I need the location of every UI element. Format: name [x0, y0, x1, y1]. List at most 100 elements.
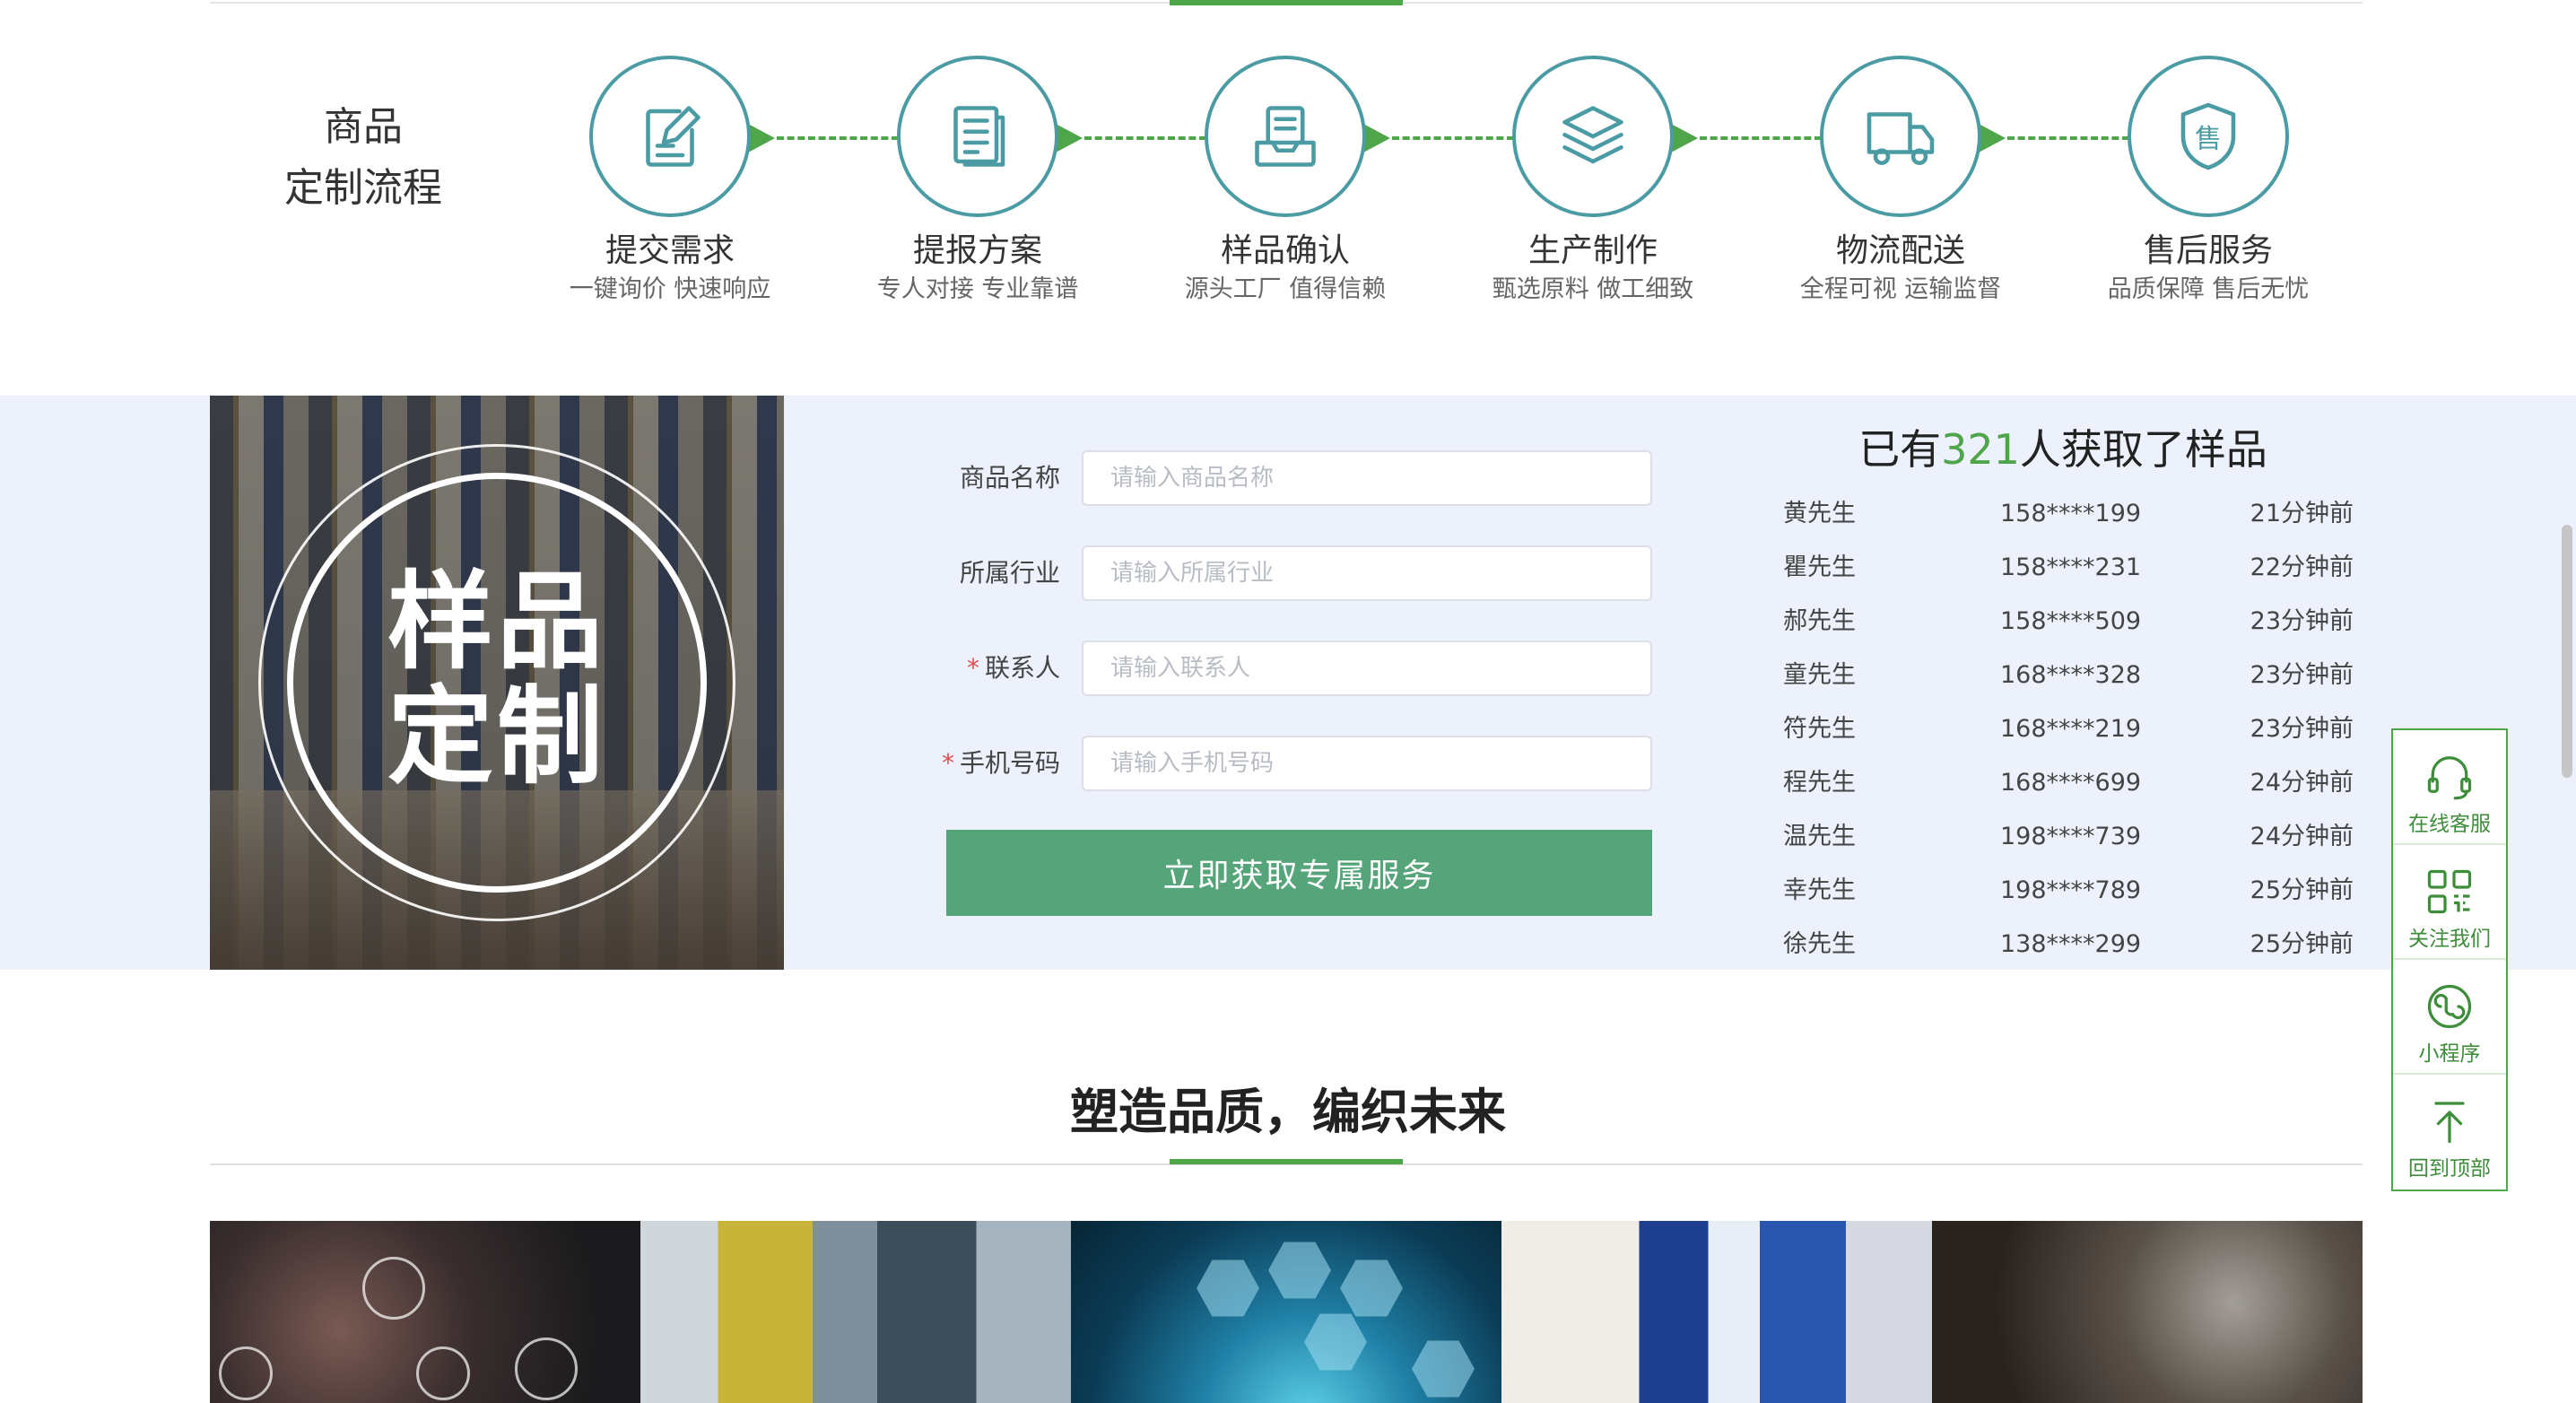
sample-phone: 138****299 — [2000, 930, 2142, 954]
sample-phone: 158****509 — [2000, 607, 2142, 635]
hexagon-deco — [1412, 1340, 1475, 1398]
edit-doc-icon — [589, 56, 751, 217]
list-item: 徐先生 138****299 25分钟前 — [1781, 918, 2355, 954]
online-service-label: 在线客服 — [2408, 813, 2491, 836]
monitor-icon-deco — [515, 1338, 578, 1400]
product-name-label-text: 商品名称 — [959, 463, 1060, 492]
process-step-production: 生产制作 甄选原料 做工细致 — [1476, 56, 1710, 307]
hero-title-line1: 样品 — [387, 560, 606, 684]
back-to-top-button[interactable]: 回到顶部 — [2393, 1075, 2506, 1190]
sample-name: 温先生 — [1783, 823, 1856, 850]
hero-title: 样品 定制 — [210, 564, 784, 794]
contact-input[interactable] — [1082, 640, 1652, 696]
sample-phone: 198****739 — [2000, 823, 2142, 850]
sample-name: 幸先生 — [1783, 876, 1856, 904]
headset-icon — [2427, 756, 2472, 800]
hexagon-deco — [1268, 1242, 1331, 1299]
step-desc: 甄选原料 做工细致 — [1492, 275, 1694, 303]
step-name: 提交需求 — [605, 232, 735, 269]
chart-icon-deco — [219, 1346, 273, 1400]
sample-time: 23分钟前 — [2250, 607, 2354, 635]
step-desc: 全程可视 运输监督 — [1799, 275, 2002, 303]
step-name: 生产制作 — [1527, 232, 1658, 269]
follow-us-label: 关注我们 — [2408, 928, 2491, 951]
sample-time: 21分钟前 — [2250, 500, 2354, 527]
list-item: 符先生 168****219 23分钟前 — [1781, 702, 2355, 756]
page-scrollbar[interactable] — [2562, 525, 2572, 778]
cloud-icon-deco — [362, 1257, 425, 1320]
shield-sale-icon: 售 — [2128, 56, 2289, 217]
sample-time: 22分钟前 — [2250, 553, 2354, 581]
follow-us-button[interactable]: 关注我们 — [2393, 845, 2506, 960]
list-item: 黄先生 158****199 21分钟前 — [1781, 487, 2355, 541]
sample-name: 程先生 — [1783, 769, 1856, 797]
process-step-aftersale: 售 售后服务 品质保障 售后无忧 — [2092, 56, 2325, 307]
mini-program-button[interactable]: 小程序 — [2393, 960, 2506, 1075]
step-desc: 品质保障 售后无忧 — [2107, 275, 2310, 303]
contact-label: * 联系人 — [967, 640, 1060, 696]
process-step-sample: 样品确认 源头工厂 值得信赖 — [1169, 56, 1402, 307]
contact-label-text: 联系人 — [984, 653, 1060, 683]
shield-char: 售 — [2195, 123, 2222, 154]
online-service-button[interactable]: 在线客服 — [2393, 730, 2506, 845]
quality-section-title: 塑造品质，编织未来 — [1070, 1084, 1506, 1140]
industry-label: 所属行业 — [960, 545, 1060, 601]
sample-name: 徐先生 — [1783, 930, 1856, 954]
sample-name: 符先生 — [1783, 715, 1856, 743]
product-name-label: 商品名称 — [960, 450, 1060, 506]
hero-title-line2: 定制 — [387, 675, 606, 798]
sample-name: 郝先生 — [1783, 607, 1856, 635]
form-row-industry: 所属行业 — [897, 545, 1659, 601]
form-row-product: 商品名称 — [897, 450, 1659, 506]
samples-list: 黄先生 158****199 21分钟前 瞿先生 158****231 22分钟前 郝先… — [1781, 487, 2355, 954]
get-service-button[interactable]: 立即获取专属服务 — [946, 830, 1652, 916]
sample-hero-image: 样品 定制 — [210, 396, 784, 970]
warehouse-racks-photo[interactable] — [1501, 1221, 1932, 1403]
step-name: 样品确认 — [1220, 232, 1350, 269]
step-desc: 源头工厂 值得信赖 — [1184, 275, 1387, 303]
layers-icon — [1512, 56, 1674, 217]
industry-input[interactable] — [1082, 545, 1652, 601]
phone-input[interactable] — [1082, 736, 1652, 791]
list-item: 瞿先生 158****231 22分钟前 — [1781, 541, 2355, 595]
list-item: 郝先生 158****509 23分钟前 — [1781, 595, 2355, 649]
truck-icon — [1820, 56, 1981, 217]
factory-pipes-photo[interactable] — [640, 1221, 1071, 1403]
quality-divider-accent — [1170, 1159, 1403, 1164]
step-desc: 专人对接 专业靠谱 — [876, 275, 1079, 303]
step-name: 售后服务 — [2143, 232, 2273, 269]
quality-hexagon-photo[interactable] — [1071, 1221, 1501, 1403]
form-row-contact: * 联系人 — [897, 640, 1659, 696]
section-divider-accent — [1170, 0, 1403, 5]
document-icon — [897, 56, 1058, 217]
sample-phone: 198****789 — [2000, 876, 2142, 904]
sample-name: 瞿先生 — [1783, 553, 1856, 581]
required-mark: * — [966, 653, 979, 683]
sample-time: 24分钟前 — [2250, 769, 2354, 797]
sample-phone: 158****199 — [2000, 500, 2142, 527]
sample-time: 25分钟前 — [2250, 930, 2354, 954]
phone-label: * 手机号码 — [942, 736, 1060, 791]
qrcode-icon — [2427, 869, 2472, 914]
product-name-input[interactable] — [1082, 450, 1652, 506]
phone-label-text: 手机号码 — [959, 748, 1060, 778]
robot-arm-photo[interactable] — [1932, 1221, 2363, 1403]
list-item: 温先生 198****739 24分钟前 — [1781, 810, 2355, 864]
samples-count: 321 — [1941, 425, 2020, 474]
step-desc: 一键询价 快速响应 — [569, 275, 771, 303]
step-name: 提报方案 — [912, 232, 1042, 269]
process-step-submit: 提交需求 一键询价 快速响应 — [553, 56, 787, 307]
process-title-line2: 定制流程 — [284, 165, 442, 211]
sample-name: 黄先生 — [1783, 500, 1856, 527]
list-item: 幸先生 198****789 25分钟前 — [1781, 864, 2355, 918]
sample-phone: 168****219 — [2000, 715, 2142, 743]
sample-time: 24分钟前 — [2250, 823, 2354, 850]
process-step-proposal: 提报方案 专人对接 专业靠谱 — [861, 56, 1094, 307]
back-to-top-label: 回到顶部 — [2408, 1157, 2491, 1181]
tech-icons-photo[interactable] — [210, 1221, 640, 1403]
globe-icon-deco — [416, 1346, 470, 1400]
hexagon-deco — [1197, 1259, 1259, 1317]
hexagon-deco — [1304, 1313, 1367, 1371]
required-mark: * — [941, 748, 954, 778]
list-item: 童先生 168****328 23分钟前 — [1781, 649, 2355, 702]
